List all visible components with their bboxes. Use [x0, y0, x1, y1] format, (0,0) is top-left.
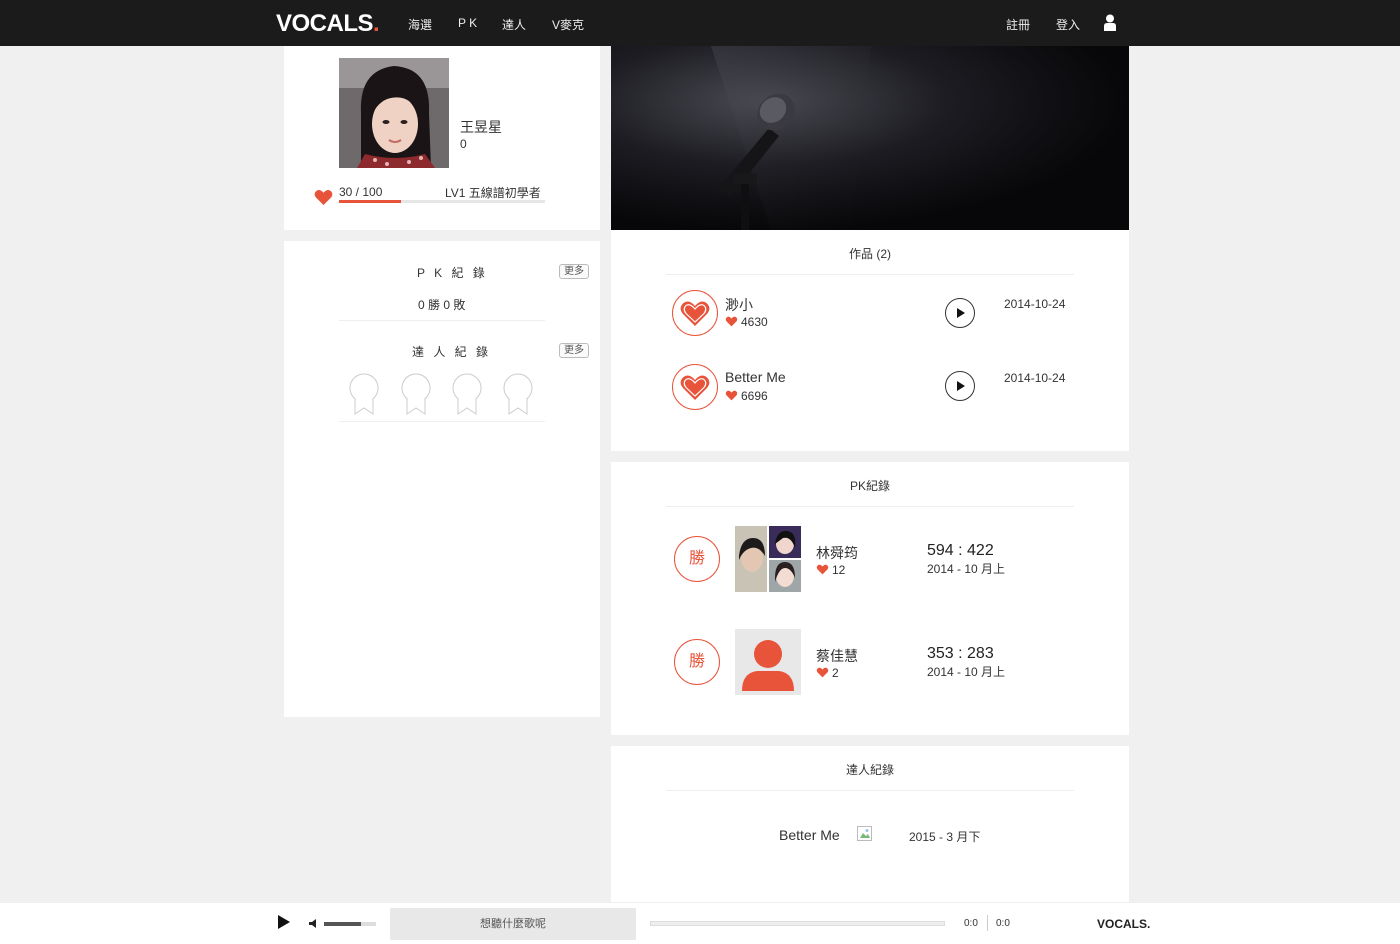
opponent-likes: 12 [816, 563, 845, 577]
badge-placeholder-icon [349, 373, 379, 415]
player-logo[interactable]: VOCALS. [1097, 917, 1150, 931]
heart-like-button[interactable] [672, 290, 718, 336]
divider [666, 274, 1074, 275]
xp-progress-fill [339, 200, 401, 203]
player-play-icon[interactable] [278, 915, 290, 929]
default-avatar[interactable] [735, 629, 801, 695]
badge-placeholder-icon [401, 373, 431, 415]
play-icon [957, 381, 965, 391]
time-separator [987, 915, 988, 931]
level-label: LV1 五線譜初學者 [445, 186, 541, 200]
pk-records-card [611, 462, 1129, 735]
work-likes: 6696 [725, 389, 768, 403]
work-date: 2014-10-24 [1004, 297, 1066, 311]
profile-name: 王昱星 [460, 119, 502, 135]
volume-icon[interactable] [309, 919, 318, 928]
pk-result-badge: 勝 [674, 639, 720, 685]
pk-win-loss: 0 勝 0 敗 [418, 298, 466, 312]
nav-link-pk[interactable]: P K [458, 16, 477, 30]
master-more-button[interactable]: 更多 [559, 343, 589, 358]
divider [339, 421, 545, 422]
heart-icon [816, 564, 829, 575]
divider [666, 790, 1074, 791]
top-nav: VOCALS. 海選 P K 達人 V麥克 註冊 登入 [0, 0, 1400, 46]
pk-date: 2014 - 10 月上 [927, 562, 1006, 576]
pk-more-button[interactable]: 更多 [559, 264, 589, 279]
play-button[interactable] [945, 371, 975, 401]
volume-slider[interactable] [324, 922, 376, 926]
work-title[interactable]: Better Me [725, 369, 786, 385]
badge-placeholder-icon [452, 373, 482, 415]
current-time: 0:0 [964, 918, 978, 929]
xp-progress-bar [339, 200, 545, 203]
user-icon[interactable] [1104, 14, 1116, 31]
profile-score: 0 [460, 137, 467, 151]
master-song-title[interactable]: Better Me [779, 827, 840, 843]
work-likes-count: 4630 [741, 315, 768, 329]
work-likes-count: 6696 [741, 389, 768, 403]
heart-icon [314, 190, 333, 206]
profile-avatar [339, 58, 449, 168]
heart-icon [680, 301, 710, 326]
register-link[interactable]: 註冊 [1006, 16, 1030, 33]
master-record-title: 達 人 紀 錄 [412, 345, 492, 359]
opponent-likes: 2 [816, 666, 839, 680]
nav-link-audition[interactable]: 海選 [408, 16, 432, 33]
total-time: 0:0 [996, 918, 1010, 929]
work-likes: 4630 [725, 315, 768, 329]
nav-link-vmic[interactable]: V麥克 [552, 16, 584, 33]
master-date: 2015 - 3 月下 [909, 830, 981, 844]
seek-bar[interactable] [650, 921, 945, 926]
opponent-name[interactable]: 林舜筠 [816, 543, 858, 563]
pk-records-title: PK紀錄 [849, 479, 890, 493]
vocals-logo[interactable]: VOCALS. [276, 10, 380, 38]
heart-like-button[interactable] [672, 364, 718, 410]
pk-score: 594 : 422 [927, 542, 994, 559]
opponent-likes-count: 12 [832, 563, 846, 577]
volume-slider-fill [324, 922, 362, 926]
xp-value: 30 / 100 [339, 185, 383, 199]
nav-link-master[interactable]: 達人 [502, 16, 526, 33]
opponent-likes-count: 2 [832, 666, 839, 680]
heart-icon [816, 667, 829, 678]
play-icon [957, 308, 965, 318]
login-link[interactable]: 登入 [1056, 16, 1080, 33]
master-records-title: 達人紀錄 [845, 763, 894, 777]
user-placeholder-icon [735, 629, 801, 695]
pk-record-title: P K 紀 錄 [417, 266, 488, 280]
works-title: 作品 (2) [848, 247, 891, 261]
pk-date: 2014 - 10 月上 [927, 665, 1006, 679]
opponent-name[interactable]: 蔡佳慧 [816, 646, 858, 666]
works-card [611, 230, 1129, 451]
work-date: 2014-10-24 [1004, 371, 1066, 385]
heart-icon [725, 316, 738, 327]
badge-placeholder-icon [503, 373, 533, 415]
heart-icon [680, 375, 710, 400]
divider [666, 506, 1074, 507]
divider [339, 320, 545, 321]
broken-image-icon [857, 826, 872, 841]
pk-result-badge: 勝 [674, 536, 720, 582]
play-button[interactable] [945, 298, 975, 328]
heart-icon [725, 390, 738, 401]
hero-microphone-image [611, 46, 1129, 230]
now-playing-display: 想聽什麼歌呢 [390, 908, 636, 940]
pk-score: 353 : 283 [927, 645, 994, 662]
work-title[interactable]: 渺小 [725, 295, 753, 315]
opponent-avatar[interactable] [735, 526, 801, 592]
